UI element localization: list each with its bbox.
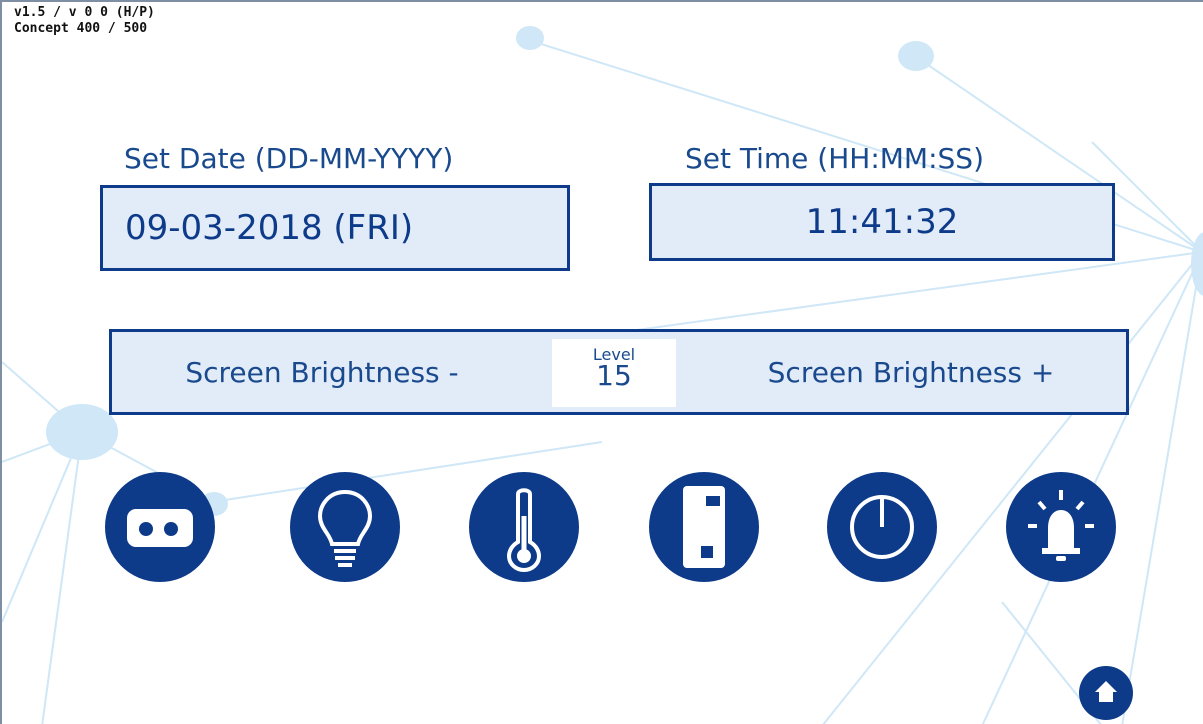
alarm-button[interactable] <box>1006 472 1116 582</box>
dispenser-button[interactable] <box>649 472 759 582</box>
thermometer-icon <box>506 488 542 573</box>
temperature-button[interactable] <box>469 472 579 582</box>
lightbulb-icon <box>317 489 373 567</box>
time-label: Set Time (HH:MM:SS) <box>685 142 984 175</box>
power-button[interactable] <box>827 472 937 582</box>
version-text: v1.5 / v 0 0 (H/P) <box>14 5 155 20</box>
light-button[interactable] <box>290 472 400 582</box>
brightness-bar: Screen Brightness - Level 15 Screen Brig… <box>109 329 1129 415</box>
time-value: 11:41:32 <box>805 202 959 242</box>
brightness-decrease-button[interactable]: Screen Brightness - <box>112 332 532 412</box>
date-value: 09-03-2018 (FRI) <box>125 208 414 248</box>
time-field[interactable]: 11:41:32 <box>649 183 1115 261</box>
dispenser-icon <box>683 486 725 568</box>
date-label: Set Date (DD-MM-YYYY) <box>124 142 454 175</box>
settings-screen: v1.5 / v 0 0 (H/P) Concept 400 / 500 Set… <box>0 0 1203 724</box>
brightness-level: Level 15 <box>552 339 676 407</box>
model-text: Concept 400 / 500 <box>14 21 148 36</box>
date-field[interactable]: 09-03-2018 (FRI) <box>100 185 570 271</box>
power-icon <box>850 495 914 559</box>
brightness-increase-button[interactable]: Screen Brightness + <box>698 332 1124 412</box>
cassette-icon <box>127 509 193 547</box>
home-button[interactable] <box>1079 666 1133 720</box>
alarm-bell-icon <box>1028 490 1094 561</box>
cassette-button[interactable] <box>105 472 215 582</box>
level-value: 15 <box>596 359 632 392</box>
home-icon <box>1095 681 1117 702</box>
